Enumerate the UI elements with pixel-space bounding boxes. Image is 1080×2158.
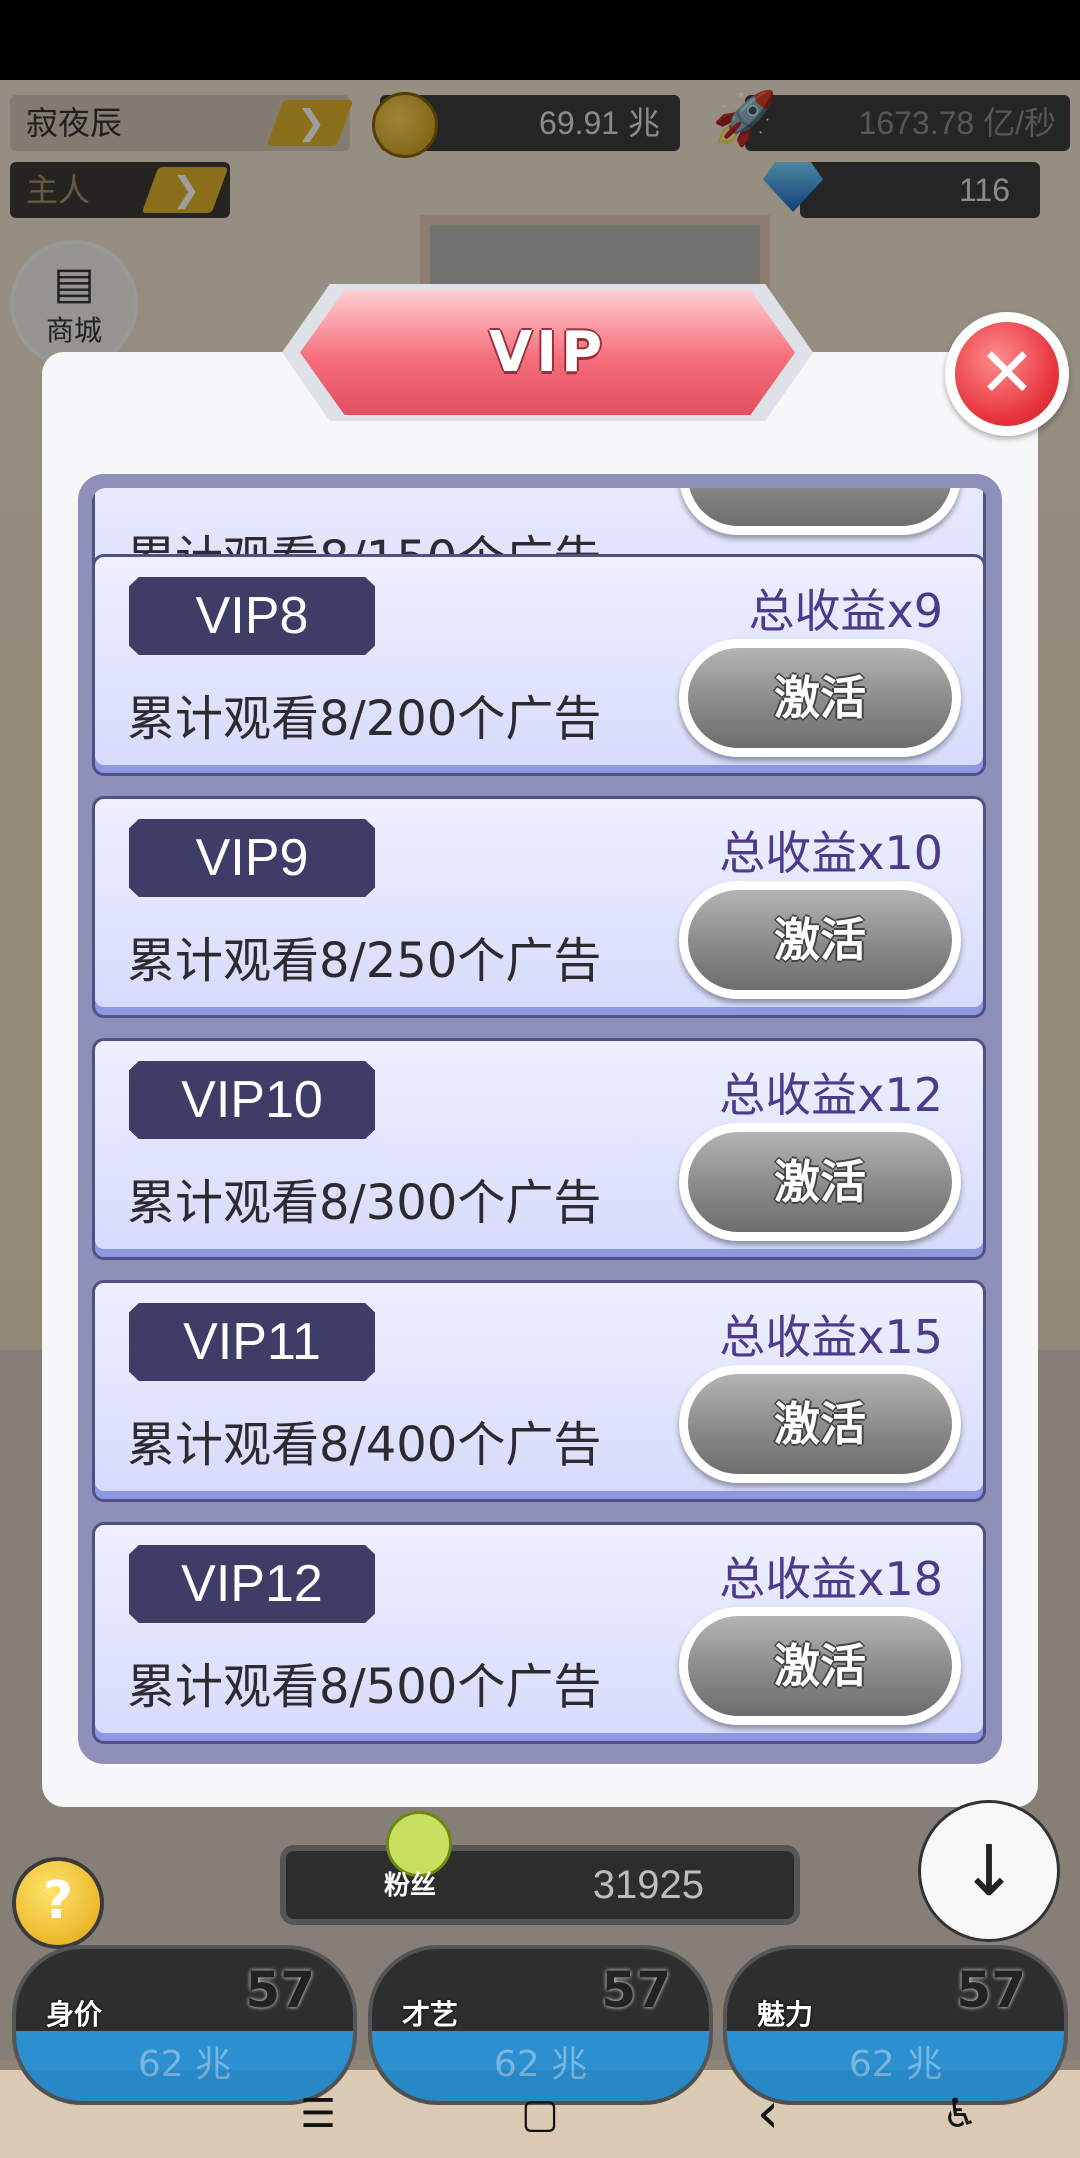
- vip-bonus: 总收益x10: [719, 826, 943, 880]
- close-icon: ✕: [978, 334, 1036, 413]
- stat-label: 魅力: [757, 1998, 814, 2031]
- activate-button-face: [688, 488, 952, 526]
- fans-bar: 粉丝 31925: [280, 1811, 800, 1925]
- menu-icon[interactable]: ☰: [268, 2070, 368, 2158]
- status-bar: [0, 0, 1080, 80]
- vip-card-desc: 累计观看8/400个广告: [127, 1417, 602, 1473]
- vip-level-tag: VIP11: [129, 1303, 375, 1381]
- activate-button-face: 激活: [688, 1132, 952, 1232]
- vip-level-tag: VIP10: [129, 1061, 375, 1139]
- vip-bonus: 总收益x18: [719, 1552, 943, 1606]
- vip-list-frame[interactable]: 累计观看8/150个广告 VIP8 总收益x9 累计观看8/200个广告 激活 …: [78, 474, 1002, 1764]
- vip-level-tag: VIP12: [129, 1545, 375, 1623]
- close-button-face: ✕: [955, 322, 1059, 426]
- activate-label: 激活: [774, 1155, 866, 1209]
- help-icon: ?: [42, 1871, 74, 1931]
- fans-count: 31925: [592, 1863, 704, 1907]
- activate-button-face: 激活: [688, 890, 952, 990]
- arrow-down-icon: ↓: [959, 1830, 1019, 1912]
- close-button[interactable]: ✕: [945, 312, 1069, 436]
- activate-button-face: 激活: [688, 1616, 952, 1716]
- scroll-down-button[interactable]: ↓: [918, 1800, 1060, 1942]
- stat-label: 才艺: [402, 1998, 459, 2031]
- activate-label: 激活: [774, 1397, 866, 1451]
- vip-title-banner: VIP: [282, 284, 813, 421]
- stat-value: 57: [601, 1961, 671, 2019]
- vip-card-desc: 累计观看8/250个广告: [127, 933, 602, 989]
- activate-label: 激活: [774, 913, 866, 967]
- vip-level-tag: VIP8: [129, 577, 375, 655]
- activate-button[interactable]: 激活: [679, 1123, 961, 1241]
- vip-card: VIP12 总收益x18 累计观看8/500个广告 激活: [92, 1522, 986, 1744]
- activate-label: 激活: [774, 1639, 866, 1693]
- vip-card: VIP10 总收益x12 累计观看8/300个广告 激活: [92, 1038, 986, 1260]
- activate-button[interactable]: 激活: [679, 1607, 961, 1725]
- vip-card-desc: 累计观看8/200个广告: [127, 691, 602, 747]
- vip-level-tag: VIP9: [129, 819, 375, 897]
- help-button[interactable]: ?: [12, 1857, 104, 1949]
- stat-value: 57: [245, 1961, 315, 2019]
- vip-list[interactable]: 累计观看8/150个广告 VIP8 总收益x9 累计观看8/200个广告 激活 …: [92, 488, 988, 1750]
- vip-card: VIP8 总收益x9 累计观看8/200个广告 激活: [92, 554, 986, 776]
- vip-bonus: 总收益x15: [719, 1310, 943, 1364]
- vip-card-desc: 累计观看8/500个广告: [127, 1659, 602, 1715]
- stat-label: 身价: [46, 1998, 103, 2031]
- activate-button-face: 激活: [688, 648, 952, 748]
- home-icon[interactable]: ▢: [490, 2070, 590, 2158]
- vip-card: VIP11 总收益x15 累计观看8/400个广告 激活: [92, 1280, 986, 1502]
- fans-label: 粉丝: [384, 1871, 437, 1901]
- activate-button-face: 激活: [688, 1374, 952, 1474]
- activate-button-partial[interactable]: [679, 488, 961, 535]
- activate-button[interactable]: 激活: [679, 1365, 961, 1483]
- vip-card: VIP9 总收益x10 累计观看8/250个广告 激活: [92, 796, 986, 1018]
- back-icon[interactable]: ‹: [718, 2070, 818, 2158]
- accessibility-icon[interactable]: ♿: [910, 2070, 1010, 2158]
- modal-title: VIP: [488, 320, 607, 385]
- vip-card-desc: 累计观看8/300个广告: [127, 1175, 602, 1231]
- vip-bonus: 总收益x12: [719, 1068, 943, 1122]
- system-nav-bar: ☰ ▢ ‹ ♿: [0, 2070, 1080, 2158]
- stat-value: 57: [956, 1961, 1026, 2019]
- activate-label: 激活: [774, 671, 866, 725]
- vip-bonus: 总收益x9: [748, 584, 944, 638]
- activate-button[interactable]: 激活: [679, 639, 961, 757]
- activate-button[interactable]: 激活: [679, 881, 961, 999]
